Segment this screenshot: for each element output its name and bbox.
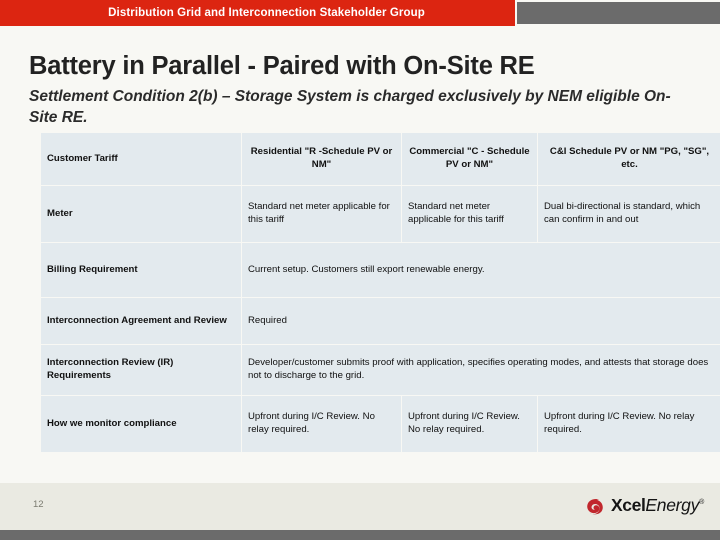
banner-gray-block	[517, 2, 720, 24]
table-cell: Upfront during I/C Review. No relay requ…	[402, 396, 537, 452]
banner-title: Distribution Grid and Interconnection St…	[108, 7, 425, 19]
row-label-customer-tariff: Customer Tariff	[41, 133, 241, 185]
xcel-word-secondary: Energy	[645, 495, 700, 516]
table-row: Meter Standard net meter applicable for …	[41, 186, 720, 242]
slide-top-banner: Distribution Grid and Interconnection St…	[0, 0, 720, 26]
table-row: Billing Requirement Current setup. Custo…	[41, 243, 720, 297]
row-label-monitor-compliance: How we monitor compliance	[41, 396, 241, 452]
table-cell: Standard net meter applicable for this t…	[242, 186, 401, 242]
row-label-interconnection-review: Interconnection Review (IR) Requirements	[41, 345, 241, 395]
page-title: Battery in Parallel - Paired with On-Sit…	[29, 52, 535, 80]
comparison-table: Customer Tariff Residential "R -Schedule…	[40, 132, 720, 453]
table-row: Interconnection Review (IR) Requirements…	[41, 345, 720, 395]
footer-bottom-bar	[0, 530, 720, 540]
row-label-meter: Meter	[41, 186, 241, 242]
table-cell: Commercial "C - Schedule PV or NM"	[402, 133, 537, 185]
table-cell: Required	[242, 298, 720, 344]
table-cell: Residential "R -Schedule PV or NM"	[242, 133, 401, 185]
xcel-word-primary: Xcel	[611, 495, 646, 516]
table-row: Customer Tariff Residential "R -Schedule…	[41, 133, 720, 185]
table-cell: C&I Schedule PV or NM "PG, "SG", etc.	[538, 133, 720, 185]
row-label-interconnection-agreement: Interconnection Agreement and Review	[41, 298, 241, 344]
table-cell: Developer/customer submits proof with ap…	[242, 345, 720, 395]
xcel-wordmark: XcelEnergy®	[611, 497, 704, 515]
xcel-swirl-icon	[587, 498, 603, 514]
row-label-billing-requirement: Billing Requirement	[41, 243, 241, 297]
xcel-energy-logo: XcelEnergy®	[583, 494, 704, 518]
table-cell: Current setup. Customers still export re…	[242, 243, 720, 297]
table-row: Interconnection Agreement and Review Req…	[41, 298, 720, 344]
registered-trademark-mark: ®	[699, 499, 705, 507]
table-cell: Dual bi-directional is standard, which c…	[538, 186, 720, 242]
page-subtitle: Settlement Condition 2(b) – Storage Syst…	[29, 88, 671, 126]
table-cell: Standard net meter applicable for this t…	[402, 186, 537, 242]
table-cell: Upfront during I/C Review. No relay requ…	[242, 396, 401, 452]
table-row: How we monitor compliance Upfront during…	[41, 396, 720, 452]
page-number: 12	[33, 499, 44, 510]
table-cell: Upfront during I/C Review. No relay requ…	[538, 396, 720, 452]
